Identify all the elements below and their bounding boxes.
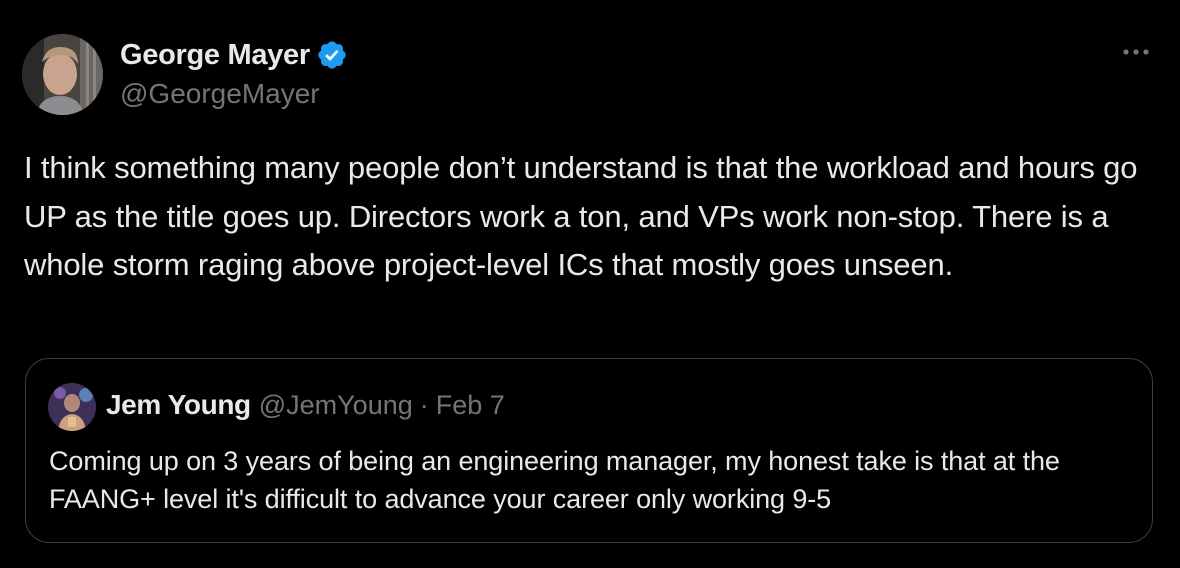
quoted-author-avatar[interactable] <box>48 383 96 431</box>
author-avatar[interactable] <box>22 34 103 115</box>
more-options-icon[interactable] <box>1118 40 1154 64</box>
quoted-date[interactable]: Feb 7 <box>436 390 505 421</box>
verified-badge-icon[interactable] <box>316 39 348 71</box>
author-name-row: George Mayer <box>120 36 348 74</box>
quoted-header: Jem Young @JemYoung · Feb 7 <box>106 385 505 425</box>
quoted-text: Coming up on 3 years of being an enginee… <box>49 446 1060 514</box>
quoted-tweet[interactable]: Jem Young @JemYoung · Feb 7 Coming up on… <box>25 358 1153 543</box>
tweet-text: I think something many people don’t unde… <box>24 150 1138 282</box>
quoted-separator: · <box>419 389 429 420</box>
author-display-name[interactable]: George Mayer <box>120 39 310 72</box>
author-handle[interactable]: @GeorgeMayer <box>120 78 320 110</box>
tweet-card: George Mayer @GeorgeMayer I think someth… <box>0 0 1180 568</box>
author-avatar-image <box>22 34 103 115</box>
quoted-handle[interactable]: @JemYoung <box>259 390 413 421</box>
quoted-author-avatar-image <box>48 383 96 431</box>
quoted-display-name[interactable]: Jem Young <box>106 389 251 421</box>
